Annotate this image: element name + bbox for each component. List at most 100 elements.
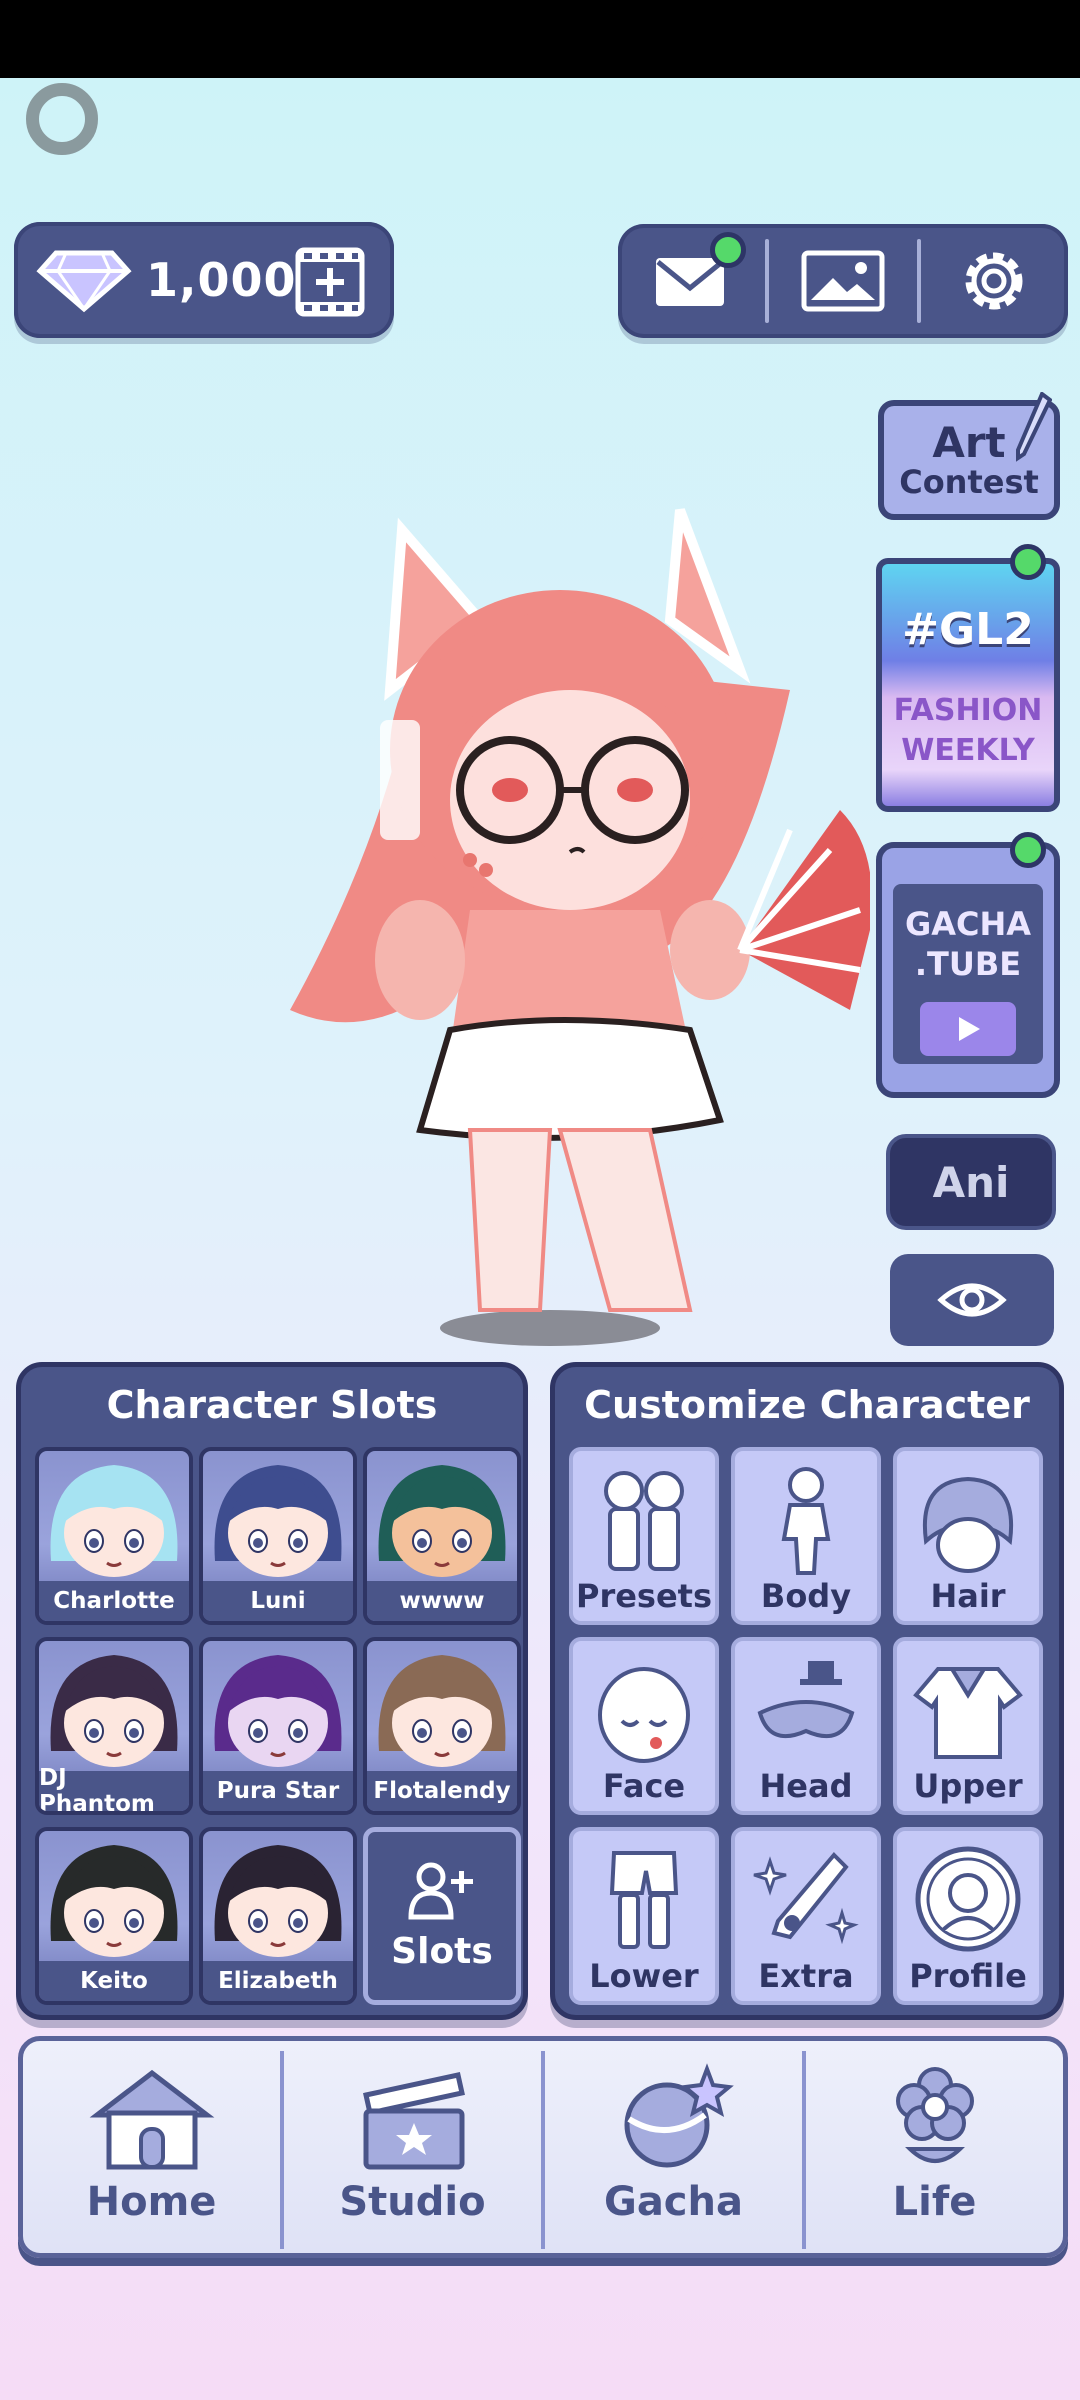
character-slot[interactable]: Luni <box>199 1447 357 1625</box>
gacha-icon <box>624 2063 734 2168</box>
head-icon <box>757 1661 855 1739</box>
customize-panel: Customize Character Presets Body Hair Fa… <box>550 1362 1064 2020</box>
hair-icon <box>922 1476 1014 1573</box>
mail-button[interactable] <box>618 224 765 338</box>
currency-bar: 1,000 <box>14 222 394 338</box>
customize-lower-button[interactable]: Lower <box>569 1827 719 2005</box>
customize-hair-button[interactable]: Hair <box>893 1447 1043 1625</box>
customize-head-button[interactable]: Head <box>731 1637 881 1815</box>
nav-label: Life <box>892 2179 977 2225</box>
add-slots-label: Slots <box>391 1930 493 1972</box>
art-contest-line2: Contest <box>899 463 1039 501</box>
customize-upper-button[interactable]: Upper <box>893 1637 1043 1815</box>
nav-gacha[interactable]: Gacha <box>545 2041 802 2253</box>
eye-icon <box>937 1283 1007 1317</box>
overlay-circle-button[interactable] <box>26 83 98 155</box>
customize-profile-button[interactable]: Profile <box>893 1827 1043 2005</box>
slot-name: Elizabeth <box>203 1961 353 2001</box>
avatar <box>50 1655 178 1767</box>
add-user-icon <box>408 1862 473 1919</box>
character-slot[interactable]: Flotalendy <box>363 1637 521 1815</box>
slot-name: Keito <box>39 1961 189 2001</box>
character-slot[interactable]: Pura Star <box>199 1637 357 1815</box>
gacha-tube-line2: .TUBE <box>914 945 1022 983</box>
gallery-button[interactable] <box>769 224 916 338</box>
gacha-tube-screen: GACHA .TUBE <box>893 884 1043 1064</box>
slot-name: Pura Star <box>203 1771 353 1811</box>
art-contest-line1: Art <box>932 418 1006 467</box>
nav-label: Studio <box>339 2179 486 2225</box>
customize-extra-button[interactable]: Extra <box>731 1827 881 2005</box>
avatar <box>378 1655 506 1767</box>
character-preview[interactable] <box>270 490 870 1350</box>
avatar <box>378 1465 506 1577</box>
customize-body-button[interactable]: Body <box>731 1447 881 1625</box>
avatar <box>214 1655 342 1767</box>
customize-label: Body <box>760 1577 852 1615</box>
visibility-button[interactable] <box>890 1254 1054 1346</box>
character-slot[interactable]: Keito <box>35 1827 193 2005</box>
customize-label: Upper <box>913 1767 1023 1805</box>
avatar <box>50 1845 178 1957</box>
settings-icon <box>965 252 1023 310</box>
gacha-tube-notification-dot <box>1010 832 1046 868</box>
mail-notification-dot <box>710 232 746 268</box>
nav-life[interactable]: Life <box>806 2041 1063 2253</box>
customize-presets-button[interactable]: Presets <box>569 1447 719 1625</box>
customize-label: Profile <box>909 1957 1027 1995</box>
character-slot[interactable]: wwww <box>363 1447 521 1625</box>
character-slot[interactable]: Elizabeth <box>199 1827 357 2005</box>
clapperboard-icon <box>362 2072 465 2170</box>
avatar <box>214 1465 342 1577</box>
fashion-weekly-button[interactable]: #GL2 FASHION WEEKLY <box>876 558 1060 812</box>
nav-home[interactable]: Home <box>23 2041 280 2253</box>
slot-name: Flotalendy <box>367 1771 517 1811</box>
add-film-icon[interactable] <box>294 246 366 318</box>
art-contest-button[interactable]: Art Contest <box>878 392 1060 520</box>
fashion-title: #GL2 <box>902 604 1034 655</box>
customize-grid: Presets Body Hair Face Head Upper Lower … <box>569 1447 1049 2005</box>
bottom-navigation: Home Studio Gacha Life <box>18 2036 1068 2258</box>
gallery-icon <box>801 250 885 312</box>
fashion-line1: FASHION <box>893 693 1043 728</box>
settings-button[interactable] <box>921 224 1068 338</box>
profile-icon <box>915 1846 1021 1952</box>
status-bar <box>0 0 1080 78</box>
customize-label: Hair <box>930 1577 1006 1615</box>
slot-name: wwww <box>367 1581 517 1621</box>
flower-icon <box>895 2067 974 2163</box>
slot-name: DJ Phantom <box>39 1765 189 1811</box>
gacha-tube-button[interactable]: GACHA .TUBE <box>876 842 1060 1098</box>
slot-name: Charlotte <box>39 1581 189 1621</box>
customize-label: Head <box>759 1767 853 1805</box>
play-icon <box>920 1002 1016 1056</box>
face-icon <box>598 1667 690 1763</box>
nav-label: Home <box>86 2179 217 2225</box>
lower-icon <box>609 1851 679 1949</box>
nav-studio[interactable]: Studio <box>284 2041 541 2253</box>
add-slots-button[interactable]: Slots <box>363 1827 521 2005</box>
nav-label: Gacha <box>603 2179 743 2225</box>
upper-icon <box>913 1667 1023 1759</box>
customize-label: Lower <box>589 1957 699 1995</box>
top-right-bar <box>618 224 1068 338</box>
character-slots-title: Character Slots <box>106 1383 438 1427</box>
character-slot[interactable]: DJ Phantom <box>35 1637 193 1815</box>
fashion-line2: WEEKLY <box>901 733 1035 768</box>
home-icon <box>89 2069 214 2170</box>
gem-count: 1,000 <box>146 253 297 307</box>
customize-label: Face <box>602 1767 686 1805</box>
customize-label: Presets <box>575 1577 713 1615</box>
customize-label: Extra <box>758 1957 854 1995</box>
character-slots-grid: Charlotte Luni wwww DJ Phantom Pura Star… <box>35 1447 521 2005</box>
gacha-tube-line1: GACHA <box>904 905 1032 943</box>
fashion-notification-dot <box>1010 544 1046 580</box>
ani-button[interactable]: Ani <box>886 1134 1056 1230</box>
presets-icon <box>604 1471 684 1571</box>
customize-face-button[interactable]: Face <box>569 1637 719 1815</box>
character-slots-panel: Character Slots Charlotte Luni wwww DJ P… <box>16 1362 528 2020</box>
avatar <box>50 1465 178 1577</box>
pencil-icon <box>1016 392 1052 462</box>
character-slot[interactable]: Charlotte <box>35 1447 193 1625</box>
extra-icon <box>753 1852 859 1945</box>
